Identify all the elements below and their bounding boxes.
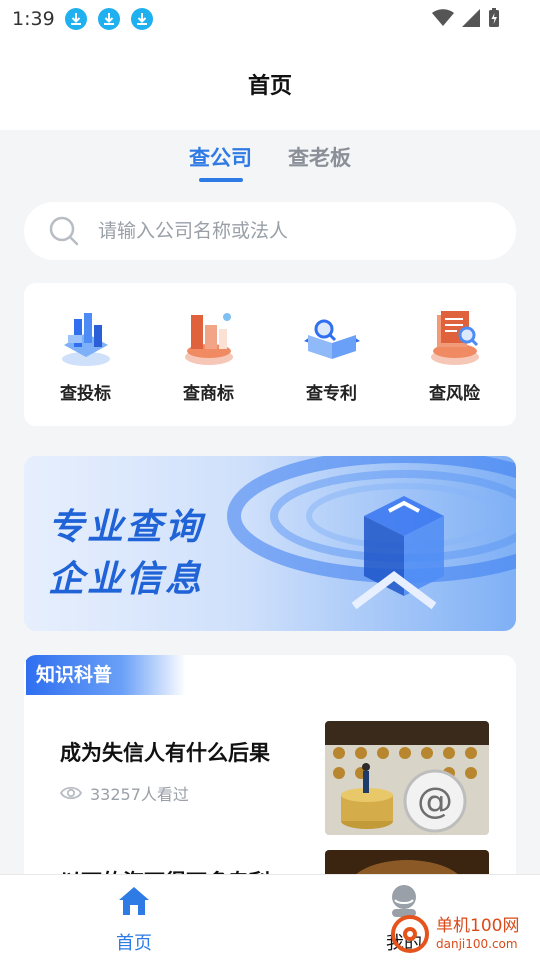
quick-action-label: 查专利 (306, 384, 357, 404)
watermark-text: 单机100网 (436, 916, 520, 936)
quick-action-risk[interactable]: 查风险 (405, 305, 505, 404)
tab-boss[interactable]: 查老板 (288, 142, 351, 182)
risk-icon (430, 311, 479, 365)
promo-banner[interactable]: 专业查询 企业信息 (24, 456, 516, 631)
home-icon (119, 887, 149, 915)
knowledge-section: 知识科普 成为失信人有什么后果 33257人看过 @ 以下的海下得下多专利 (24, 655, 516, 895)
article-thumbnail: @ (325, 721, 489, 835)
article-item[interactable]: 成为失信人有什么后果 33257人看过 @ (24, 715, 516, 835)
site-watermark: 单机100网 danji100.com (390, 912, 540, 956)
bid-icon (61, 313, 110, 366)
svg-text:@: @ (417, 781, 453, 822)
banner-title-line1: 专业查询 (48, 507, 205, 548)
wifi-icon (432, 9, 454, 26)
article-views: 33257人看过 (60, 781, 189, 805)
search-bar[interactable] (24, 202, 516, 260)
patent-icon (303, 319, 360, 359)
signal-icon (462, 9, 480, 27)
quick-action-label: 查商标 (183, 384, 234, 404)
nav-home-label: 首页 (116, 933, 152, 954)
page-title: 首页 (247, 74, 292, 99)
search-input[interactable] (98, 220, 478, 242)
quick-action-bid[interactable]: 查投标 (36, 305, 136, 404)
watermark-logo-icon (391, 915, 429, 953)
download-icon (97, 8, 120, 30)
eye-icon (60, 786, 82, 800)
quick-action-patent[interactable]: 查专利 (282, 305, 382, 404)
banner-title-line2: 企业信息 (48, 559, 205, 600)
title-bar: 首页 (0, 38, 540, 130)
download-icon (130, 8, 153, 30)
search-type-tabs: 查公司 查老板 (0, 142, 540, 182)
nav-home[interactable]: 首页 (89, 883, 179, 955)
quick-action-label: 查投标 (60, 384, 111, 404)
quick-actions-panel: 查投标 查商标 查专利 查风险 (24, 283, 516, 426)
trademark-icon (184, 313, 233, 365)
section-title: 知识科普 (26, 655, 186, 695)
battery-icon (489, 8, 499, 27)
watermark-url: danji100.com (436, 937, 518, 951)
tab-company[interactable]: 查公司 (189, 142, 252, 182)
view-count: 33257人看过 (90, 785, 189, 804)
article-title: 成为失信人有什么后果 (60, 741, 270, 765)
quick-action-label: 查风险 (429, 384, 480, 404)
status-time: 1:39 (12, 8, 55, 30)
quick-action-trademark[interactable]: 查商标 (159, 305, 259, 404)
search-icon (49, 216, 79, 246)
status-bar: 1:39 (0, 0, 540, 38)
download-icon (64, 8, 87, 30)
